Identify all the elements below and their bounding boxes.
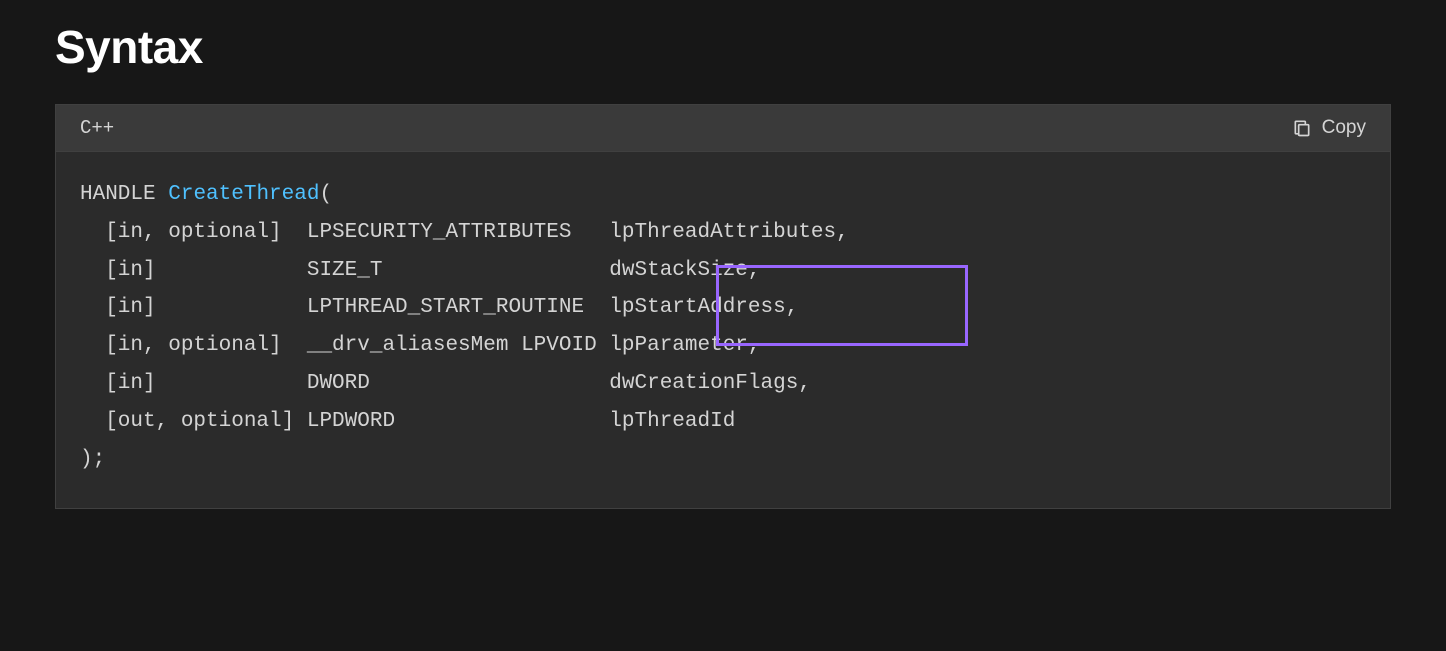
function-name: CreateThread <box>168 183 319 206</box>
copy-icon <box>1292 118 1312 138</box>
code-content: HANDLE CreateThread( [in, optional] LPSE… <box>56 152 1390 508</box>
code-header: C++ Copy <box>56 105 1390 152</box>
section-heading: Syntax <box>55 20 1391 74</box>
close-token: ); <box>80 448 105 471</box>
copy-button[interactable]: Copy <box>1292 117 1366 139</box>
language-label: C++ <box>80 117 114 139</box>
return-type: HANDLE <box>80 183 156 206</box>
copy-label: Copy <box>1322 117 1366 139</box>
code-block: C++ Copy HANDLE CreateThread( [in, optio… <box>55 104 1391 509</box>
open-paren: ( <box>319 183 332 206</box>
